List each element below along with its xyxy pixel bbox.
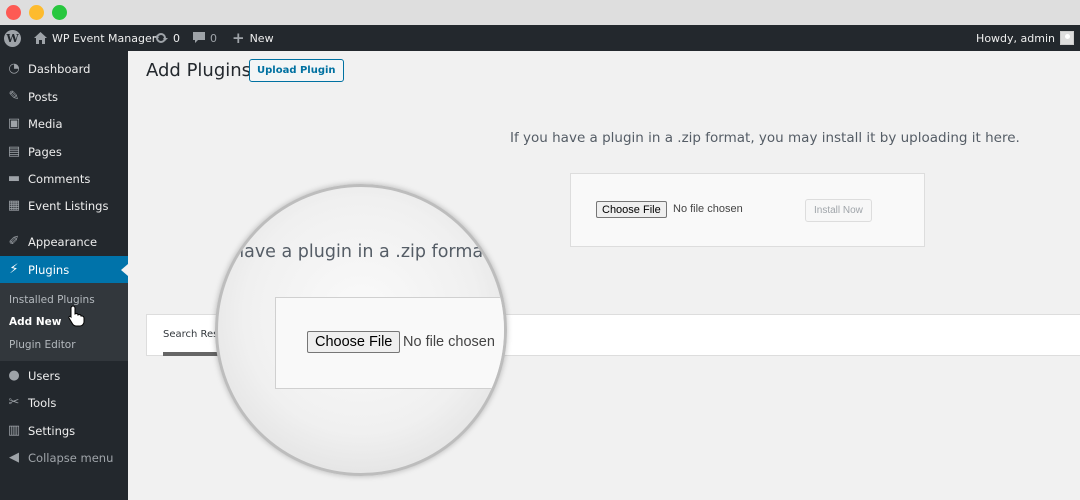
new-label: New bbox=[249, 31, 274, 45]
sidebar-item-comments[interactable]: ▬ Comments bbox=[0, 165, 128, 192]
wrench-icon: ✂ bbox=[8, 395, 20, 410]
sidebar-item-settings[interactable]: ▥ Settings bbox=[0, 417, 128, 444]
submenu-add-new[interactable]: Add New bbox=[9, 316, 61, 328]
sidebar-item-label: Event Listings bbox=[28, 198, 109, 213]
close-window-button[interactable] bbox=[6, 5, 21, 20]
pin-icon: ✎ bbox=[8, 89, 20, 104]
comments-link[interactable]: 0 bbox=[193, 25, 217, 51]
window-titlebar bbox=[0, 0, 1080, 25]
comment-bubble-icon bbox=[193, 32, 205, 44]
sidebar-item-appearance[interactable]: ✐ Appearance bbox=[0, 228, 128, 255]
active-tab-indicator bbox=[163, 352, 223, 356]
sidebar-item-label: Posts bbox=[28, 89, 59, 104]
settings-icon: ▥ bbox=[7, 423, 21, 438]
minimize-window-button[interactable] bbox=[29, 5, 44, 20]
sidebar-item-label: Settings bbox=[28, 423, 76, 438]
magnified-choose-file-button: Choose File bbox=[307, 331, 401, 353]
file-status: No file chosen bbox=[673, 203, 743, 215]
avatar-icon bbox=[1060, 31, 1074, 45]
magnified-file-status: No file chosen bbox=[403, 334, 495, 350]
site-name: WP Event Manager bbox=[52, 31, 157, 45]
plug-icon: ⚡ bbox=[9, 262, 19, 277]
admin-sidebar: ◔ Dashboard ✎ Posts ▣ Media ▤ Pages ▬ Co… bbox=[0, 51, 128, 500]
sidebar-item-label: Users bbox=[28, 368, 61, 383]
sidebar-item-event-listings[interactable]: ▦ Event Listings bbox=[0, 192, 128, 219]
sidebar-item-label: Dashboard bbox=[28, 61, 91, 76]
updates-count: 0 bbox=[173, 31, 180, 45]
upload-plugin-button[interactable]: Upload Plugin bbox=[249, 59, 344, 82]
page-title: Add Plugins bbox=[146, 60, 252, 81]
sidebar-item-label: Tools bbox=[28, 395, 57, 410]
upload-help-text: If you have a plugin in a .zip format, y… bbox=[510, 130, 1020, 146]
upload-plugin-form: Choose File No file chosen Install Now bbox=[570, 173, 925, 247]
maximize-window-button[interactable] bbox=[52, 5, 67, 20]
dashboard-icon: ◔ bbox=[8, 61, 20, 76]
media-icon: ▣ bbox=[7, 116, 21, 131]
sidebar-item-pages[interactable]: ▤ Pages bbox=[0, 138, 128, 165]
magnified-upload-form: Choose File No file chosen bbox=[275, 297, 504, 389]
updates-link[interactable]: 0 bbox=[154, 25, 180, 51]
sidebar-item-users[interactable]: ● Users bbox=[0, 362, 128, 389]
wordpress-logo-icon: W bbox=[4, 29, 21, 47]
new-content-link[interactable]: + New bbox=[232, 25, 274, 51]
hand-pointer-cursor-icon bbox=[68, 305, 85, 327]
sidebar-item-posts[interactable]: ✎ Posts bbox=[0, 83, 128, 110]
sidebar-item-dashboard[interactable]: ◔ Dashboard bbox=[0, 55, 128, 82]
paintbrush-icon: ✐ bbox=[8, 234, 20, 249]
magnified-help-text: have a plugin in a .zip format, bbox=[233, 242, 496, 262]
wordpress-logo-button[interactable]: W bbox=[4, 25, 21, 51]
home-icon bbox=[34, 32, 47, 44]
submenu-plugin-editor[interactable]: Plugin Editor bbox=[9, 339, 76, 351]
plus-icon: + bbox=[232, 29, 245, 47]
account-menu[interactable]: Howdy, admin bbox=[976, 25, 1074, 51]
sidebar-item-label: Pages bbox=[28, 144, 62, 159]
sidebar-item-label: Media bbox=[28, 116, 63, 131]
greeting: Howdy, admin bbox=[976, 31, 1055, 45]
sidebar-item-plugins[interactable]: ⚡ Plugins bbox=[0, 256, 128, 283]
comment-icon: ▬ bbox=[7, 171, 21, 186]
sidebar-item-label: Plugins bbox=[28, 262, 70, 277]
choose-file-button[interactable]: Choose File bbox=[596, 201, 667, 218]
site-name-link[interactable]: WP Event Manager bbox=[34, 25, 156, 51]
magnifier-overlay: have a plugin in a .zip format, Choose F… bbox=[215, 184, 507, 476]
install-now-button[interactable]: Install Now bbox=[805, 199, 872, 222]
sidebar-item-label: Appearance bbox=[28, 234, 98, 249]
collapse-menu-button[interactable]: ◀ Collapse menu bbox=[0, 444, 128, 471]
refresh-icon bbox=[154, 32, 168, 44]
comments-count: 0 bbox=[210, 31, 217, 45]
admin-bar: W WP Event Manager 0 0 + New Howdy, admi… bbox=[0, 25, 1080, 51]
plugins-submenu: Installed Plugins Add New Plugin Editor bbox=[0, 283, 128, 361]
collapse-label: Collapse menu bbox=[28, 450, 114, 465]
sidebar-item-tools[interactable]: ✂ Tools bbox=[0, 389, 128, 416]
user-icon: ● bbox=[8, 368, 20, 383]
calendar-icon: ▦ bbox=[7, 198, 21, 213]
sidebar-item-label: Comments bbox=[28, 171, 91, 186]
collapse-arrow-icon: ◀ bbox=[9, 450, 19, 465]
pages-icon: ▤ bbox=[7, 144, 21, 159]
sidebar-item-media[interactable]: ▣ Media bbox=[0, 110, 128, 137]
